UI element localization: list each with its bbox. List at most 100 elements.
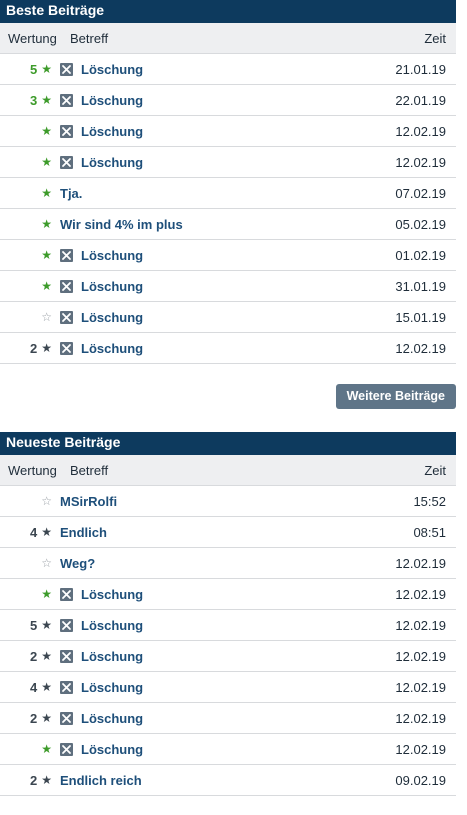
post-subject-link[interactable]: Löschung: [81, 155, 143, 170]
post-subject[interactable]: Wir sind 4% im plus: [60, 217, 376, 232]
post-subject[interactable]: Löschung: [60, 310, 376, 325]
post-subject[interactable]: Löschung: [60, 279, 376, 294]
table-row[interactable]: 2 ★ Löschung 12.02.19: [0, 333, 456, 364]
star-icon[interactable]: ★: [41, 742, 52, 756]
table-row[interactable]: 3 ★ Löschung 22.01.19: [0, 85, 456, 116]
table-row[interactable]: ★ Löschung 31.01.19: [0, 271, 456, 302]
star-icon[interactable]: ★: [41, 680, 52, 694]
post-time: 22.01.19: [395, 92, 446, 108]
post-subject[interactable]: Löschung: [60, 62, 376, 77]
post-subject-link[interactable]: MSirRolfi: [60, 494, 117, 509]
star-icon[interactable]: ★: [41, 279, 52, 293]
x-box-icon: [60, 248, 73, 262]
post-subject[interactable]: Löschung: [60, 649, 376, 664]
table-row[interactable]: ★ Tja. 07.02.19: [0, 178, 456, 209]
post-subject[interactable]: Tja.: [60, 186, 376, 201]
star-icon[interactable]: ★: [41, 773, 52, 787]
post-subject-link[interactable]: Löschung: [81, 649, 143, 664]
post-subject-link[interactable]: Endlich: [60, 525, 107, 540]
table-row[interactable]: ★ Löschung 12.02.19: [0, 147, 456, 178]
star-icon[interactable]: ★: [41, 618, 52, 632]
star-icon[interactable]: ★: [41, 711, 52, 725]
column-subject: Betreff: [70, 462, 109, 478]
post-subject-link[interactable]: Löschung: [81, 248, 143, 263]
table-row[interactable]: ☆ Löschung 15.01.19: [0, 302, 456, 333]
post-subject-link[interactable]: Löschung: [81, 711, 143, 726]
table-row[interactable]: ☆ MSirRolfi 15:52: [0, 486, 456, 517]
post-subject[interactable]: Löschung: [60, 341, 376, 356]
post-subject[interactable]: Löschung: [60, 155, 376, 170]
table-row[interactable]: 2 ★ Löschung 12.02.19: [0, 641, 456, 672]
post-subject[interactable]: Löschung: [60, 742, 376, 757]
post-subject[interactable]: MSirRolfi: [60, 494, 376, 509]
star-icon[interactable]: ★: [41, 341, 52, 355]
x-box-icon: [60, 680, 73, 694]
star-icon[interactable]: ★: [41, 248, 52, 262]
post-subject-link[interactable]: Weg?: [60, 556, 95, 571]
table-row[interactable]: 2 ★ Endlich reich 09.02.19: [0, 765, 456, 796]
post-subject-link[interactable]: Löschung: [81, 742, 143, 757]
table-row[interactable]: 5 ★ Löschung 21.01.19: [0, 54, 456, 85]
table-row[interactable]: ★ Wir sind 4% im plus 05.02.19: [0, 209, 456, 240]
post-subject-link[interactable]: Wir sind 4% im plus: [60, 217, 183, 232]
post-subject-link[interactable]: Löschung: [81, 680, 143, 695]
table-row[interactable]: 4 ★ Endlich 08:51: [0, 517, 456, 548]
post-time: 01.02.19: [395, 247, 446, 263]
star-icon[interactable]: ★: [41, 587, 52, 601]
star-icon[interactable]: ★: [41, 217, 52, 231]
post-subject-link[interactable]: Löschung: [81, 310, 143, 325]
table-row[interactable]: 2 ★ Löschung 12.02.19: [0, 703, 456, 734]
rating: ★: [0, 587, 60, 601]
rating: 4 ★: [0, 680, 60, 695]
rating: 4 ★: [0, 525, 60, 540]
post-subject-link[interactable]: Löschung: [81, 341, 143, 356]
rating: ★: [0, 742, 60, 756]
star-outline-icon[interactable]: ☆: [41, 494, 52, 508]
post-time: 12.02.19: [395, 123, 446, 139]
star-outline-icon[interactable]: ☆: [41, 556, 52, 570]
table-row[interactable]: ★ Löschung 01.02.19: [0, 240, 456, 271]
post-subject[interactable]: Löschung: [60, 248, 376, 263]
rating: ★: [0, 217, 60, 231]
star-icon[interactable]: ★: [41, 93, 52, 107]
newest-posts-column-header: Wertung Betreff Zeit: [0, 455, 456, 486]
post-subject-link[interactable]: Löschung: [81, 124, 143, 139]
post-subject[interactable]: Löschung: [60, 711, 376, 726]
star-icon[interactable]: ★: [41, 186, 52, 200]
post-time: 12.02.19: [395, 555, 446, 571]
rating: 5 ★: [0, 618, 60, 633]
post-subject[interactable]: Löschung: [60, 680, 376, 695]
table-row[interactable]: 4 ★ Löschung 12.02.19: [0, 672, 456, 703]
post-subject[interactable]: Löschung: [60, 618, 376, 633]
post-subject-link[interactable]: Löschung: [81, 279, 143, 294]
more-posts-button[interactable]: Weitere Beiträge: [335, 384, 456, 409]
star-icon[interactable]: ★: [41, 649, 52, 663]
post-subject-link[interactable]: Löschung: [81, 618, 143, 633]
post-subject-link[interactable]: Löschung: [81, 93, 143, 108]
star-icon[interactable]: ★: [41, 155, 52, 169]
star-icon[interactable]: ★: [41, 525, 52, 539]
post-subject[interactable]: Weg?: [60, 556, 376, 571]
post-subject[interactable]: Endlich reich: [60, 773, 376, 788]
star-icon[interactable]: ★: [41, 62, 52, 76]
post-subject-link[interactable]: Endlich reich: [60, 773, 142, 788]
post-subject[interactable]: Endlich: [60, 525, 376, 540]
table-row[interactable]: ★ Löschung 12.02.19: [0, 116, 456, 147]
star-outline-icon[interactable]: ☆: [41, 310, 52, 324]
post-subject[interactable]: Löschung: [60, 93, 376, 108]
rating-count: 4: [30, 524, 38, 540]
star-icon[interactable]: ★: [41, 124, 52, 138]
x-box-icon: [60, 279, 73, 293]
post-subject-link[interactable]: Tja.: [60, 186, 82, 201]
table-row[interactable]: ★ Löschung 12.02.19: [0, 734, 456, 765]
post-subject[interactable]: Löschung: [60, 124, 376, 139]
table-row[interactable]: 5 ★ Löschung 12.02.19: [0, 610, 456, 641]
post-subject-link[interactable]: Löschung: [81, 62, 143, 77]
x-box-icon: [60, 711, 73, 725]
rating: ★: [0, 279, 60, 293]
table-row[interactable]: ★ Löschung 12.02.19: [0, 579, 456, 610]
rating-count: 4: [30, 679, 38, 695]
table-row[interactable]: ☆ Weg? 12.02.19: [0, 548, 456, 579]
post-subject-link[interactable]: Löschung: [81, 587, 143, 602]
post-subject[interactable]: Löschung: [60, 587, 376, 602]
